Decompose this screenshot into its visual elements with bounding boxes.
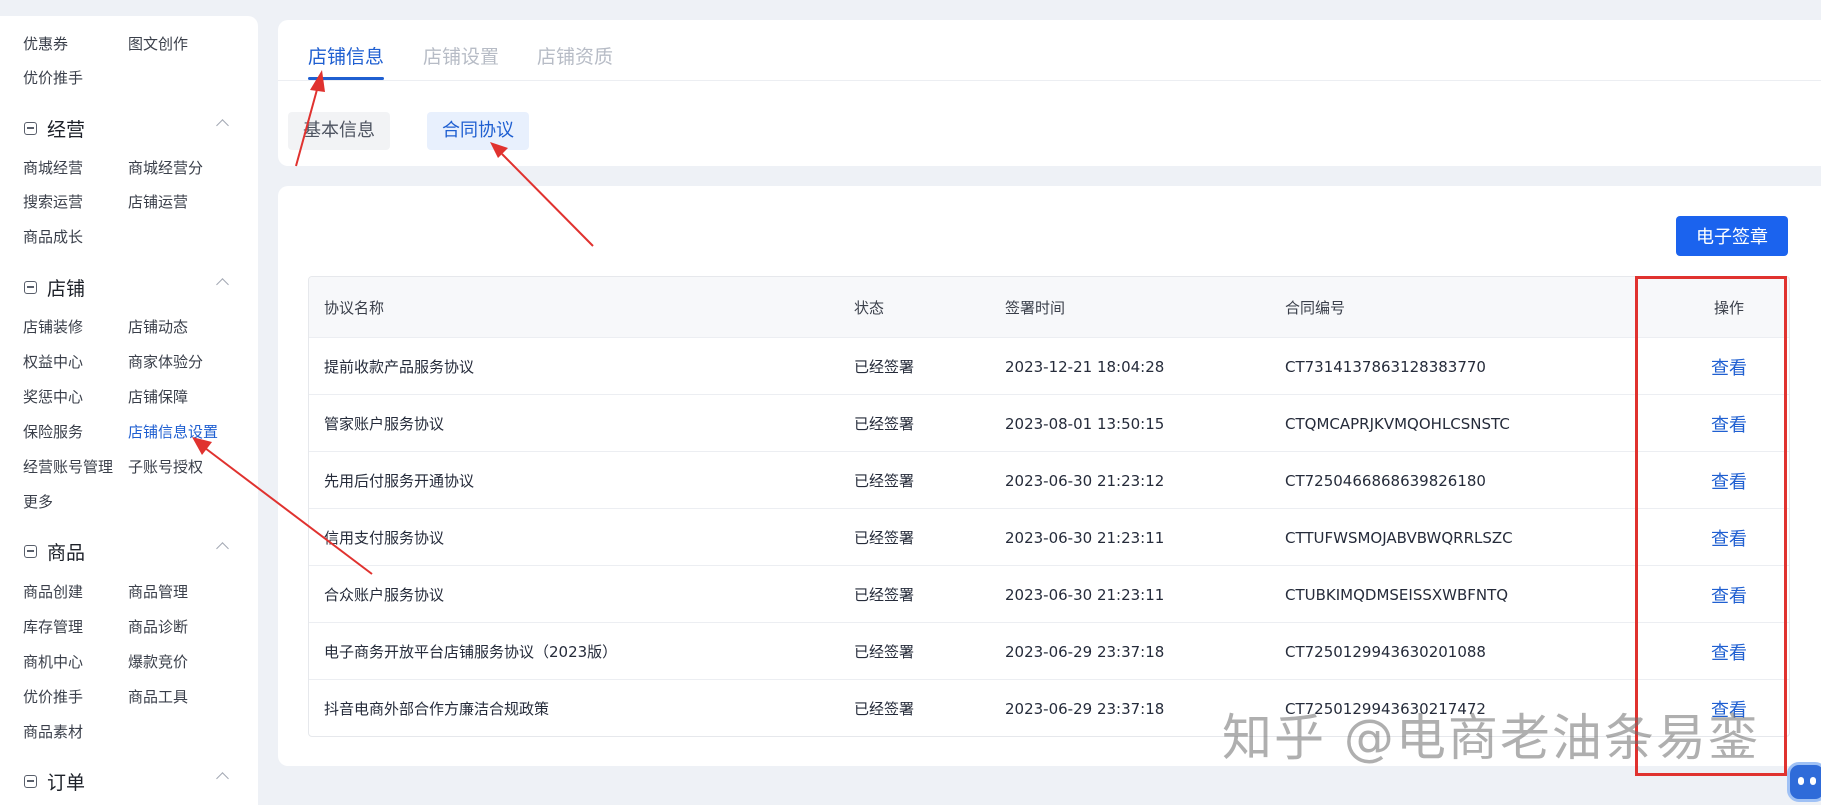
arrow-head bbox=[192, 437, 212, 455]
arrow-to-store-info-tab bbox=[295, 85, 319, 167]
arrow-head bbox=[490, 142, 508, 158]
arrow-head bbox=[310, 70, 325, 92]
assistant-bot-icon[interactable] bbox=[1787, 762, 1821, 802]
annotation-arrows bbox=[192, 70, 594, 575]
arrow-to-store-info-settings bbox=[204, 447, 373, 575]
arrow-to-contract-subtab bbox=[501, 153, 594, 247]
watermark: 知乎 @电商老油条易銮 bbox=[1222, 709, 1760, 767]
